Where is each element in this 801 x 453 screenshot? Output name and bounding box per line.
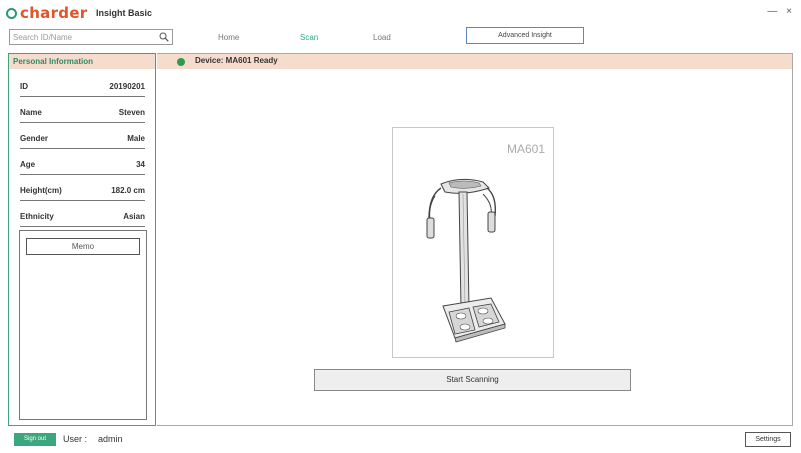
- nav-scan[interactable]: Scan: [300, 33, 318, 42]
- user-name: admin: [98, 434, 123, 444]
- info-label: Name: [20, 108, 42, 117]
- window-controls[interactable]: — ×: [767, 6, 795, 17]
- info-value: Asian: [123, 212, 145, 221]
- scan-panel: Device: MA601 Ready MA601 Start Scanning: [157, 53, 793, 426]
- memo-button[interactable]: Memo: [26, 238, 140, 255]
- settings-button[interactable]: Settings: [745, 432, 791, 447]
- personal-info-panel: Personal Information ID 20190201 Name St…: [8, 53, 156, 426]
- info-row-ethnicity: Ethnicity Asian: [20, 202, 145, 227]
- memo-area[interactable]: Memo: [19, 230, 147, 420]
- info-row-age: Age 34: [20, 150, 145, 175]
- info-value: 182.0 cm: [111, 186, 145, 195]
- body-composition-analyzer-image: [426, 178, 506, 343]
- app-title: Insight Basic: [96, 8, 153, 18]
- title-bar: charder Insight Basic — ×: [0, 0, 801, 24]
- device-model-label: MA601: [506, 142, 545, 156]
- info-row-height: Height(cm) 182.0 cm: [20, 176, 145, 201]
- sign-out-button[interactable]: Sign out: [14, 433, 56, 446]
- personal-info-header: Personal Information: [9, 54, 155, 69]
- search-icon[interactable]: [159, 32, 169, 42]
- nav-home[interactable]: Home: [218, 33, 239, 42]
- status-indicator-icon: [177, 58, 185, 66]
- info-label: Ethnicity: [20, 212, 54, 221]
- search-box[interactable]: [9, 29, 173, 45]
- device-status-text: Device: MA601 Ready: [195, 56, 278, 65]
- info-row-id: ID 20190201: [20, 72, 145, 97]
- charder-logo: charder: [6, 4, 88, 22]
- info-label: Gender: [20, 134, 49, 143]
- nav-load[interactable]: Load: [373, 33, 391, 42]
- info-value: Steven: [118, 108, 145, 117]
- search-input[interactable]: [10, 30, 156, 44]
- info-label: Age: [20, 160, 36, 169]
- logo-ring-icon: [6, 8, 17, 19]
- device-card: MA601: [392, 127, 554, 358]
- device-status-bar: Device: MA601 Ready: [157, 54, 792, 69]
- info-row-name: Name Steven: [20, 98, 145, 123]
- advanced-insight-button[interactable]: Advanced Insight: [466, 27, 584, 44]
- info-row-gender: Gender Male: [20, 124, 145, 149]
- info-value: 34: [136, 160, 145, 169]
- logo-text: charder: [20, 4, 88, 22]
- info-value: 20190201: [109, 82, 145, 91]
- info-label: Height(cm): [20, 186, 62, 195]
- info-value: Male: [127, 134, 145, 143]
- user-label: User :: [63, 434, 88, 444]
- info-label: ID: [20, 82, 28, 91]
- start-scanning-button[interactable]: Start Scanning: [314, 369, 631, 391]
